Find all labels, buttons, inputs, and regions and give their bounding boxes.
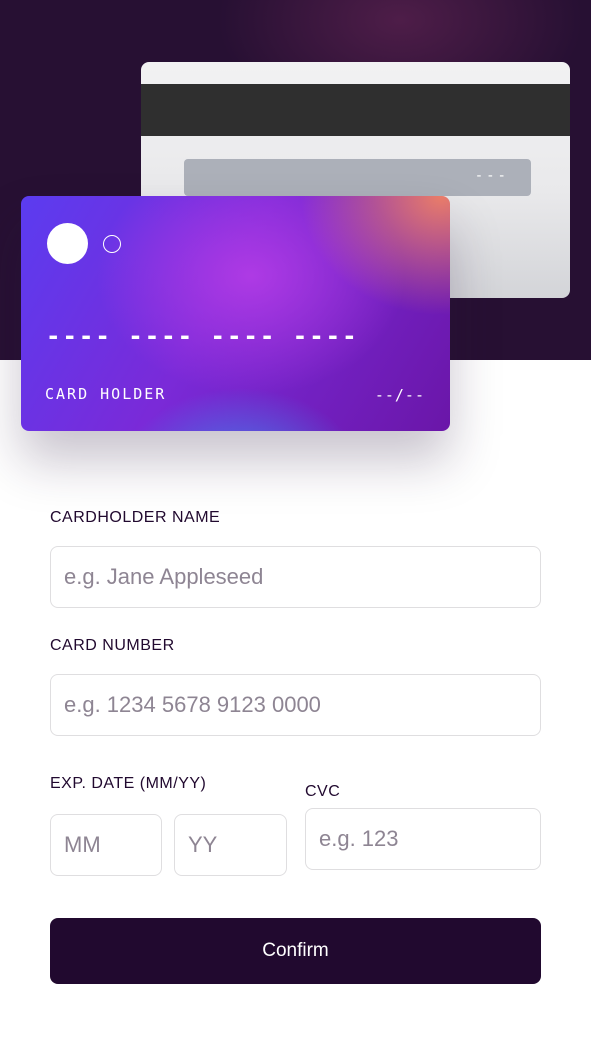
card-back-cvc: ---: [474, 168, 509, 184]
exp-date-label: EXP. DATE (MM/YY): [50, 775, 207, 792]
card-front-expiry: --/--: [374, 386, 425, 404]
confirm-button[interactable]: Confirm: [50, 918, 541, 984]
card-logo-circle-filled-icon: [47, 223, 88, 264]
cvc-label: CVC: [305, 783, 341, 800]
exp-year-input[interactable]: [174, 814, 287, 876]
magnetic-stripe: [141, 84, 570, 136]
signature-panel: ---: [184, 159, 531, 196]
card-front-number: ---- ---- ---- ----: [46, 322, 359, 350]
card-front: ---- ---- ---- ---- CARD HOLDER --/--: [21, 196, 450, 431]
cardholder-name-input[interactable]: [50, 546, 541, 608]
card-front-holder: CARD HOLDER: [45, 385, 167, 403]
card-number-input[interactable]: [50, 674, 541, 736]
card-logo-circle-outline-icon: [103, 235, 121, 253]
exp-month-input[interactable]: [50, 814, 162, 876]
cardholder-name-label: CARDHOLDER NAME: [50, 509, 221, 526]
card-number-label: CARD NUMBER: [50, 637, 175, 654]
cvc-input[interactable]: [305, 808, 541, 870]
